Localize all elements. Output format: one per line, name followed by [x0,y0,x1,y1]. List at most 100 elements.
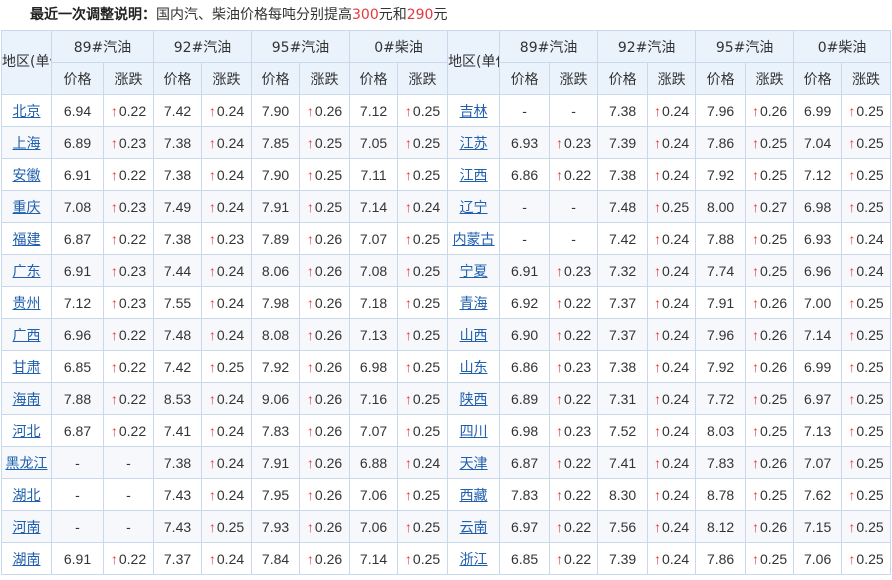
region-link[interactable]: 浙江 [460,552,488,568]
price-cell: 7.07 [349,414,399,447]
region-link[interactable]: 广东 [13,264,41,280]
change-cell: ↑0.24 [647,350,697,383]
change-value: 0.25 [759,390,788,407]
change-cell: ↑0.24 [201,446,253,479]
change-cell: ↑0.25 [841,190,891,223]
region-link[interactable]: 福建 [13,232,41,248]
region-link[interactable]: 云南 [460,520,488,536]
price-cell: 7.89 [251,222,301,255]
change-value: 0.25 [759,422,788,439]
region-link[interactable]: 贵州 [13,296,41,312]
region-link[interactable]: 西藏 [460,488,488,504]
region-link[interactable]: 江西 [460,168,488,184]
region-link[interactable]: 河南 [13,520,41,536]
region-link[interactable]: 安徽 [13,168,41,184]
region-link[interactable]: 青海 [460,296,488,312]
region-link[interactable]: 河北 [13,424,41,440]
change-value: 0.26 [314,454,343,471]
change-value: 0.25 [314,134,343,151]
region-link[interactable]: 湖北 [13,488,41,504]
region-link[interactable]: 山西 [460,328,488,344]
price-cell: 8.03 [695,414,747,447]
change-value: 0.23 [118,262,147,279]
change-value: 0.24 [661,262,690,279]
change-value: 0.24 [661,230,690,247]
region-link[interactable]: 广西 [13,328,41,344]
change-value: 0.22 [118,230,147,247]
region-cell: 陕西 [447,382,501,415]
change-value: 0.24 [216,166,245,183]
fuel-header: 0#柴油 [349,30,449,63]
change-header: 涨跌 [397,62,449,95]
up-arrow-icon: ↑ [208,134,216,151]
price-cell: 7.96 [695,318,747,351]
up-arrow-icon: ↑ [404,102,412,119]
adjustment-notice: 最近一次调整说明：国内汽、柴油价格每吨分别提高300元和290元 [0,0,892,30]
change-value: 0.24 [661,422,690,439]
price-table: 地区(单位:元/升) 89#汽油 92#汽油 95#汽油 0#柴油 地区(单位:… [1,30,891,575]
region-link[interactable]: 重庆 [13,200,41,216]
region-link[interactable]: 宁夏 [460,264,488,280]
change-cell: ↑0.25 [397,94,449,127]
change-value: 0.25 [856,134,884,151]
price-cell: 7.05 [349,126,399,159]
price-cell: 7.98 [251,286,301,319]
region-cell: 广西 [1,318,52,351]
up-arrow-icon: ↑ [848,550,856,567]
price-cell: 6.91 [51,254,104,287]
change-value: 0.23 [563,422,592,439]
change-cell: ↑0.25 [299,190,351,223]
change-cell: ↑0.26 [299,350,351,383]
up-arrow-icon: ↑ [306,198,314,215]
region-link[interactable]: 辽宁 [460,200,488,216]
change-header: 涨跌 [549,62,599,95]
change-value: 0.24 [216,102,245,119]
change-cell: ↑0.23 [549,126,599,159]
price-cell: 7.39 [597,542,649,575]
price-table-body: 北京 6.94 ↑0.22 7.42 ↑0.24 7.90 ↑0.26 7.12 ↑0.25 吉林… [1,94,891,575]
price-cell: 7.38 [597,94,649,127]
change-value: 0.25 [856,102,884,119]
change-value: 0.25 [759,166,788,183]
region-link[interactable]: 江苏 [460,136,488,152]
region-link[interactable]: 四川 [460,424,488,440]
change-cell: ↑0.22 [102,414,155,447]
region-link[interactable]: 甘肃 [13,360,41,376]
up-arrow-icon: ↑ [848,518,856,535]
price-cell: 7.42 [153,94,203,127]
up-arrow-icon: ↑ [653,326,661,343]
change-value: 0.24 [216,454,245,471]
fuel-header: 95#汽油 [695,30,795,63]
region-link[interactable]: 天津 [460,456,488,472]
up-arrow-icon: ↑ [208,550,216,567]
region-cell: 吉林 [447,94,501,127]
change-value: 0.25 [661,198,690,215]
price-cell: 6.98 [499,414,551,447]
region-cell: 福建 [1,222,52,255]
change-value: 0.25 [856,486,884,503]
up-arrow-icon: ↑ [848,422,856,439]
price-cell: 7.83 [251,414,301,447]
region-link[interactable]: 陕西 [460,392,488,408]
up-arrow-icon: ↑ [751,262,759,279]
change-value: 0.25 [856,166,884,183]
region-link[interactable]: 湖南 [13,552,41,568]
region-link[interactable]: 山东 [460,360,488,376]
change-cell: ↑0.26 [299,222,351,255]
region-cell: 山西 [447,318,501,351]
price-cell: 6.97 [499,510,551,543]
up-arrow-icon: ↑ [848,326,856,343]
region-link[interactable]: 吉林 [460,104,488,120]
price-cell: 7.96 [695,94,747,127]
change-cell: ↑0.22 [549,382,599,415]
price-cell: 7.90 [251,158,301,191]
region-link[interactable]: 上海 [13,136,41,152]
region-link[interactable]: 北京 [13,104,41,120]
region-link[interactable]: 海南 [13,392,41,408]
up-arrow-icon: ↑ [110,262,118,279]
region-link[interactable]: 黑龙江 [6,456,48,472]
up-arrow-icon: ↑ [751,134,759,151]
region-link[interactable]: 内蒙古 [453,232,495,248]
up-arrow-icon: ↑ [404,166,412,183]
up-arrow-icon: ↑ [306,518,314,535]
